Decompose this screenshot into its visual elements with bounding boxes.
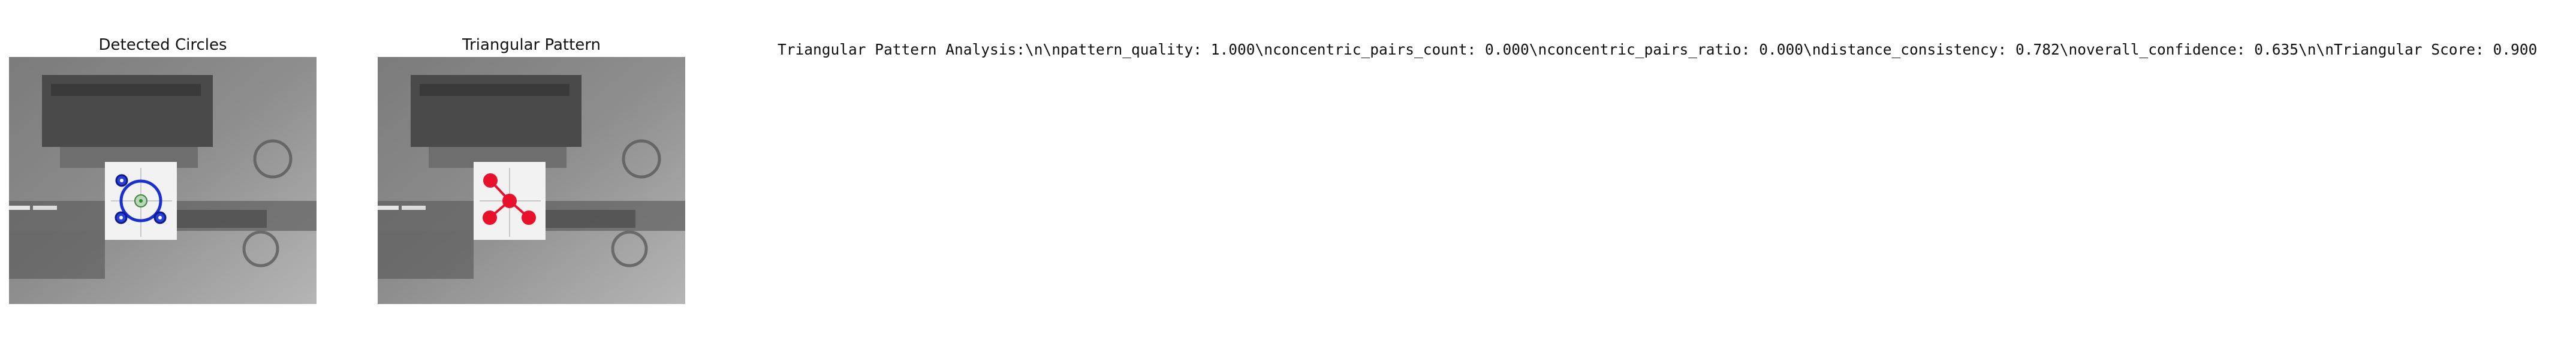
triangular-pattern-analysis-text: Triangular Pattern Analysis:\n\npattern_…: [778, 41, 2538, 58]
detected-circles-image: [9, 57, 317, 304]
detected-circles-title: Detected Circles: [98, 36, 227, 54]
triangular-pattern-title: Triangular Pattern: [462, 36, 601, 54]
triangular-pattern-image: [378, 57, 685, 304]
